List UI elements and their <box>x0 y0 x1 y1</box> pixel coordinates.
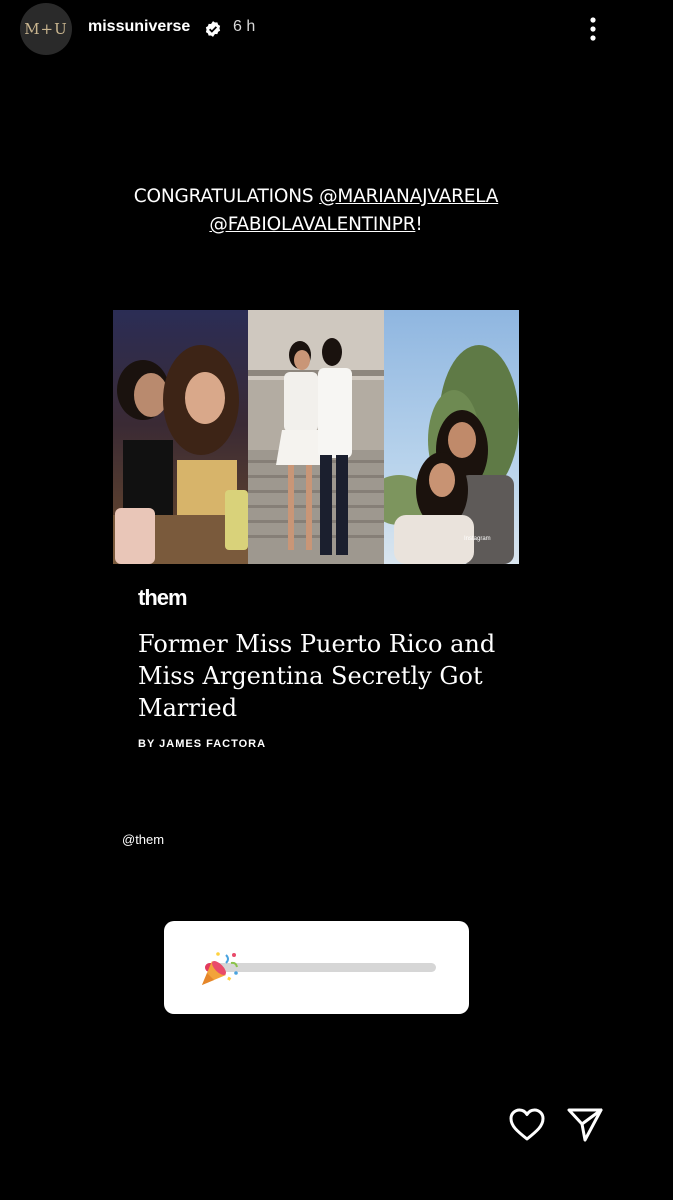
photo-1 <box>113 310 248 564</box>
story-caption: CONGRATULATIONS @MARIANAJVARELA @FABIOLA… <box>96 183 536 239</box>
article-headline[interactable]: Former Miss Puerto Rico and Miss Argenti… <box>138 628 498 724</box>
article-byline: BY JAMES FACTORA <box>138 738 267 750</box>
post-timestamp: 6 h <box>233 18 256 35</box>
more-vertical-icon[interactable] <box>582 14 604 44</box>
photo-credit: Instagram <box>464 536 491 542</box>
avatar-text: M+U <box>24 20 68 38</box>
party-popper-icon[interactable] <box>198 949 240 989</box>
username[interactable]: missuniverse <box>88 18 190 36</box>
caption-prefix: CONGRATULATIONS <box>133 186 320 207</box>
source-mention[interactable]: @them <box>122 832 164 847</box>
photo-2 <box>248 310 384 564</box>
emoji-slider-sticker[interactable] <box>164 921 469 1014</box>
article-photo-collage[interactable]: Instagram <box>113 310 519 564</box>
story-header: M+U missuniverse 6 h <box>0 0 673 60</box>
mention-fabiolavalentinpr[interactable]: @FABIOLAVALENTINPR <box>209 214 415 235</box>
verified-badge-icon <box>205 21 221 37</box>
send-icon[interactable] <box>566 1106 604 1144</box>
heart-icon[interactable] <box>508 1106 546 1144</box>
caption-suffix: ! <box>415 214 423 235</box>
mention-marianajvarela[interactable]: @MARIANAJVARELA <box>319 186 498 207</box>
avatar[interactable]: M+U <box>20 3 72 55</box>
publication-logo: them <box>138 585 188 610</box>
photo-3: Instagram <box>384 310 519 564</box>
